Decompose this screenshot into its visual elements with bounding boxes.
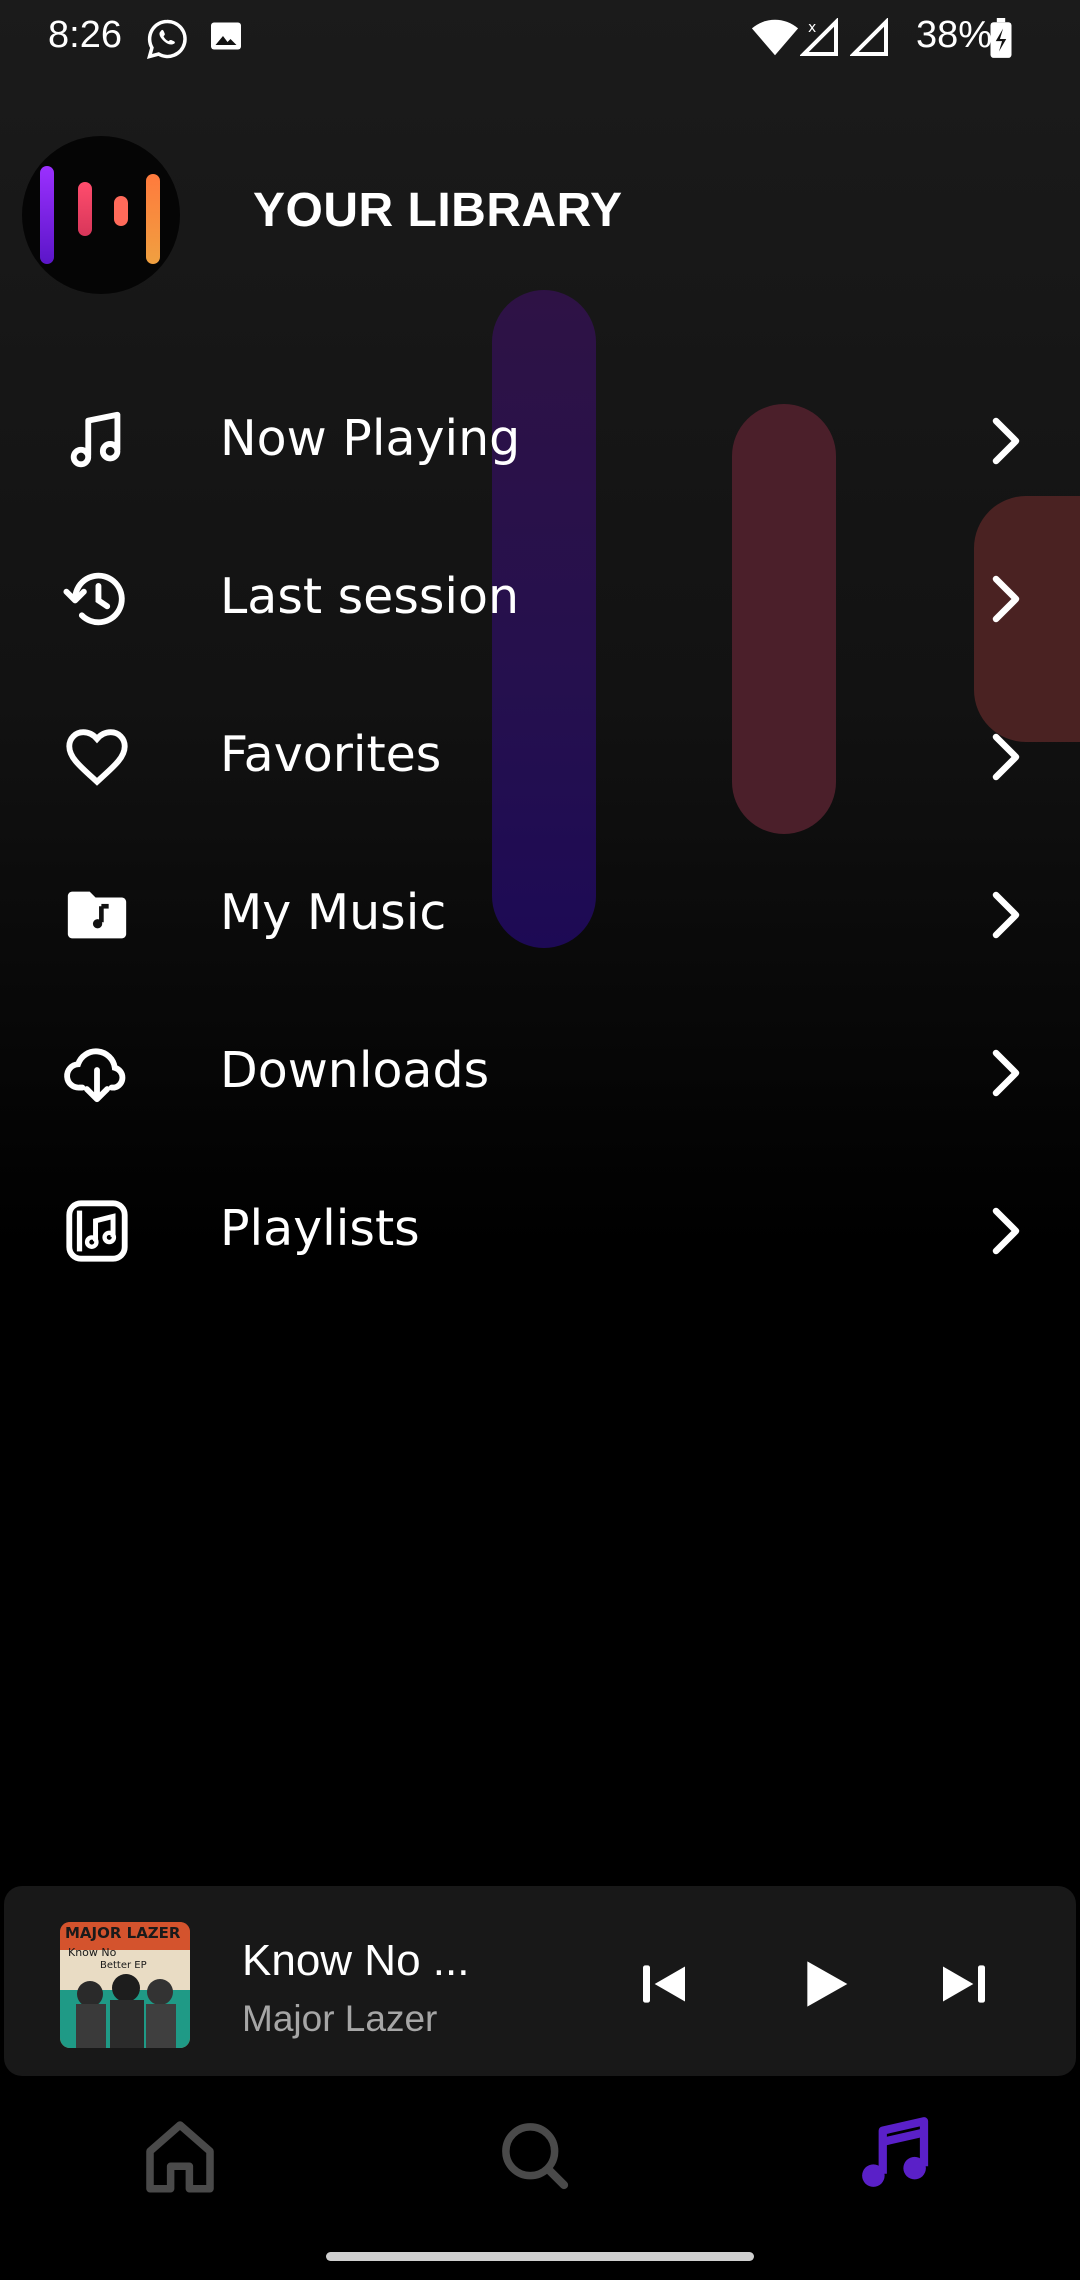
playlist-icon <box>66 1200 128 1262</box>
chevron-right-icon <box>992 891 1020 939</box>
svg-text:MAJOR LAZER: MAJOR LAZER <box>65 1924 181 1942</box>
menu-item-now-playing[interactable]: Now Playing <box>0 366 1080 516</box>
menu-item-my-music[interactable]: My Music <box>0 840 1080 990</box>
menu-item-last-session[interactable]: Last session <box>0 524 1080 674</box>
nav-search-icon[interactable] <box>484 2110 584 2200</box>
menu-item-label: My Music <box>220 884 447 941</box>
nav-library-music-note-icon[interactable] <box>844 2110 944 2200</box>
track-artist: Major Lazer <box>242 1998 438 2039</box>
app-logo[interactable] <box>22 136 180 294</box>
signal-icon: x <box>800 18 838 56</box>
signal-icon <box>850 18 888 56</box>
music-folder-icon <box>67 891 127 939</box>
status-bar: 8:26 x 38% <box>0 0 1080 80</box>
menu-item-label: Last session <box>220 568 520 625</box>
cloud-download-icon <box>64 1048 126 1103</box>
battery-percent: 38% <box>915 14 992 56</box>
heart-icon <box>66 729 128 786</box>
history-icon <box>63 572 125 626</box>
battery-charging-icon <box>990 18 1012 58</box>
menu-item-label: Downloads <box>220 1042 490 1099</box>
nav-home-icon[interactable] <box>130 2110 230 2200</box>
chevron-right-icon <box>992 1207 1020 1255</box>
menu-item-downloads[interactable]: Downloads <box>0 998 1080 1148</box>
equalizer-logo-icon <box>40 166 160 264</box>
music-note-icon <box>70 411 121 468</box>
image-icon <box>211 22 241 50</box>
album-art[interactable]: MAJOR LAZER Know No Better EP <box>60 1922 190 2048</box>
album-cover-image: MAJOR LAZER Know No Better EP <box>60 1922 190 2048</box>
chevron-right-icon <box>992 1049 1020 1097</box>
menu-item-label: Favorites <box>220 726 442 783</box>
menu-item-favorites[interactable]: Favorites <box>0 682 1080 832</box>
svg-text:x: x <box>808 20 816 36</box>
chevron-right-icon <box>992 575 1020 623</box>
mini-player[interactable]: MAJOR LAZER Know No Better EP Know No ..… <box>4 1886 1076 2076</box>
whatsapp-icon <box>146 19 187 59</box>
menu-item-label: Playlists <box>220 1200 420 1257</box>
page-title: YOUR LIBRARY <box>253 184 623 237</box>
chevron-right-icon <box>992 417 1020 465</box>
menu-item-playlists[interactable]: Playlists <box>0 1156 1080 1306</box>
track-title: Know No ... <box>242 1936 470 1985</box>
menu-item-label: Now Playing <box>220 410 521 467</box>
skip-previous-icon[interactable] <box>636 1956 692 2012</box>
home-indicator[interactable] <box>326 2252 754 2261</box>
play-icon[interactable] <box>794 1952 858 2016</box>
wifi-icon <box>751 19 799 56</box>
skip-next-icon[interactable] <box>936 1956 992 2012</box>
svg-text:Better EP: Better EP <box>100 1960 147 1971</box>
chevron-right-icon <box>992 733 1020 781</box>
svg-text:Know No: Know No <box>68 1946 117 1959</box>
status-time: 8:26 <box>48 14 122 56</box>
